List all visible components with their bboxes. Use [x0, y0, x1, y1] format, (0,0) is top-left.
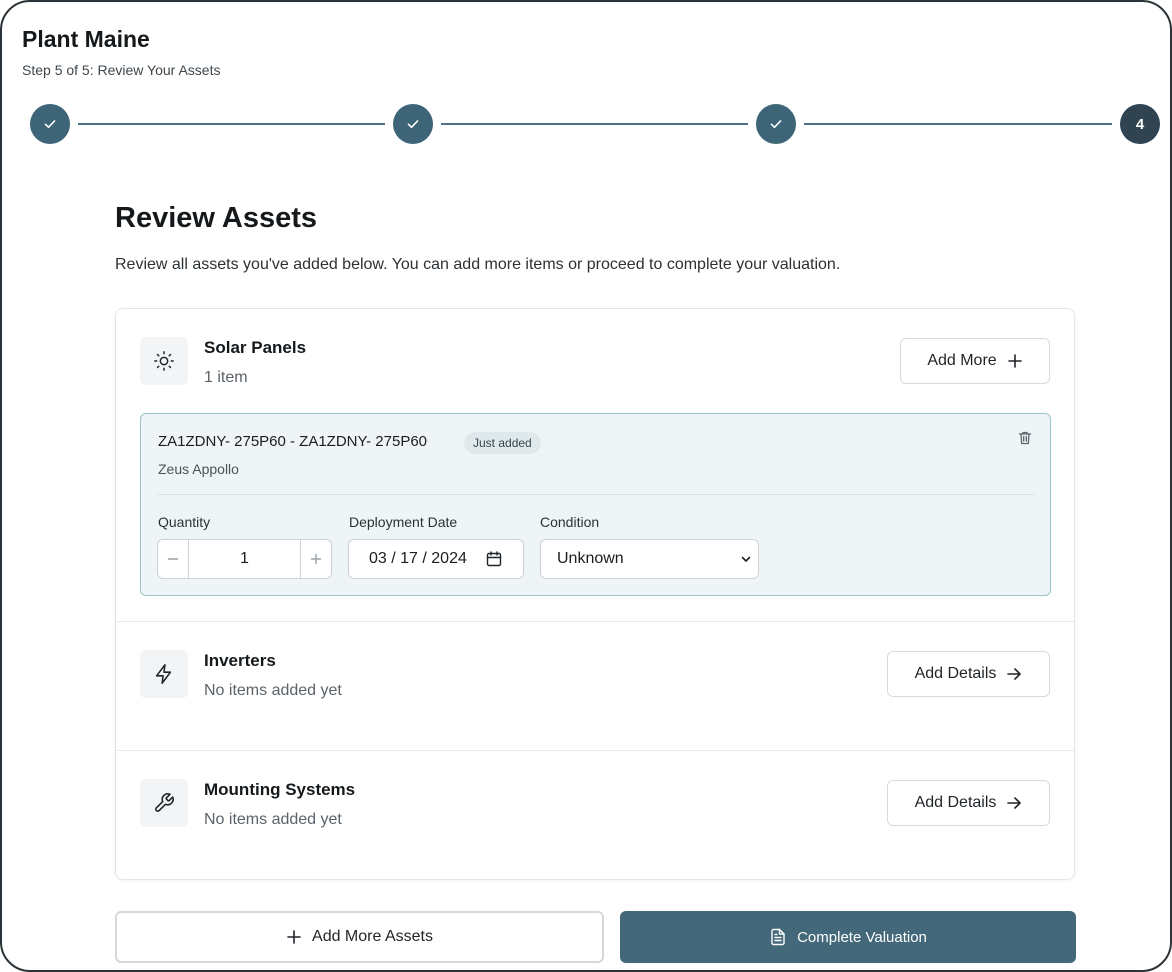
category-solar-panels: Solar Panels 1 item Add More ZA1ZDNY- 27…: [116, 309, 1074, 621]
step-3-complete[interactable]: [756, 104, 796, 144]
deployment-date-input[interactable]: 03 / 17 / 2024: [348, 539, 524, 579]
plus-icon: [287, 930, 301, 944]
stepper-connector: [441, 123, 748, 125]
chevron-down-icon: [741, 556, 751, 562]
increment-button[interactable]: [301, 540, 331, 578]
add-more-button[interactable]: Add More: [900, 338, 1050, 384]
asset-model-title: ZA1ZDNY- 275P60 - ZA1ZDNY- 275P60: [158, 433, 428, 450]
category-mounting-systems: Mounting Systems No items added yet Add …: [116, 750, 1074, 879]
item-divider: [158, 494, 1035, 495]
date-value: 03 / 17 / 2024: [369, 550, 467, 567]
progress-stepper: 4: [2, 102, 1170, 146]
asset-item-card: ZA1ZDNY- 275P60 - ZA1ZDNY- 275P60 Just a…: [140, 413, 1051, 596]
calendar-icon[interactable]: [485, 550, 503, 568]
button-label: Complete Valuation: [797, 928, 927, 946]
check-icon: [407, 120, 419, 129]
step-4-current[interactable]: 4: [1120, 104, 1160, 144]
sun-icon: [154, 351, 174, 371]
minus-icon: [167, 558, 179, 560]
button-label: Add Details: [914, 665, 997, 682]
category-name: Inverters: [204, 651, 276, 670]
step-2-complete[interactable]: [393, 104, 433, 144]
category-item-count: 1 item: [204, 369, 248, 386]
quantity-stepper: 1: [157, 539, 332, 579]
app-window: Plant Maine Step 5 of 5: Review Your Ass…: [0, 0, 1172, 972]
decrement-button[interactable]: [158, 540, 188, 578]
page-heading: Review Assets: [115, 202, 318, 234]
document-icon: [771, 928, 785, 946]
category-icon-box: [140, 337, 188, 385]
stepper-connector: [78, 123, 385, 125]
button-label: Add Details: [914, 794, 997, 811]
arrow-right-icon: [1007, 668, 1022, 680]
check-icon: [44, 120, 56, 129]
condition-value: Unknown: [557, 550, 624, 567]
plus-icon: [1007, 354, 1022, 368]
category-status: No items added yet: [204, 682, 342, 699]
just-added-badge: Just added: [464, 432, 541, 454]
quantity-input[interactable]: 1: [188, 540, 301, 578]
asset-brand: Zeus Appollo: [158, 461, 239, 477]
complete-valuation-button[interactable]: Complete Valuation: [620, 911, 1076, 963]
add-details-mounting-button[interactable]: Add Details: [887, 780, 1050, 826]
trash-icon: [1018, 431, 1032, 445]
plus-icon: [310, 553, 322, 565]
condition-select[interactable]: Unknown: [540, 539, 759, 579]
add-details-inverters-button[interactable]: Add Details: [887, 651, 1050, 697]
lightning-icon: [155, 664, 172, 684]
category-name: Mounting Systems: [204, 780, 356, 799]
category-inverters: Inverters No items added yet Add Details: [116, 621, 1074, 750]
button-label: Add More: [927, 352, 997, 369]
wrench-icon: [155, 793, 174, 812]
category-status: No items added yet: [204, 811, 342, 828]
page-description: Review all assets you've added below. Yo…: [115, 256, 841, 273]
deployment-date-label: Deployment Date: [349, 514, 458, 530]
quantity-label: Quantity: [158, 514, 211, 530]
step-number: 4: [1135, 115, 1145, 133]
delete-item-button[interactable]: [1017, 430, 1033, 451]
step-1-complete[interactable]: [30, 104, 70, 144]
app-title: Plant Maine: [22, 26, 150, 52]
arrow-right-icon: [1007, 797, 1022, 809]
category-icon-box: [140, 779, 188, 827]
category-name: Solar Panels: [204, 338, 307, 357]
add-more-assets-button[interactable]: Add More Assets: [115, 911, 604, 963]
condition-label: Condition: [540, 514, 600, 530]
assets-card: Solar Panels 1 item Add More ZA1ZDNY- 27…: [115, 308, 1075, 880]
category-icon-box: [140, 650, 188, 698]
check-icon: [770, 120, 782, 129]
stepper-connector: [804, 123, 1112, 125]
button-label: Add More Assets: [312, 928, 433, 945]
step-indicator-text: Step 5 of 5: Review Your Assets: [22, 62, 221, 78]
